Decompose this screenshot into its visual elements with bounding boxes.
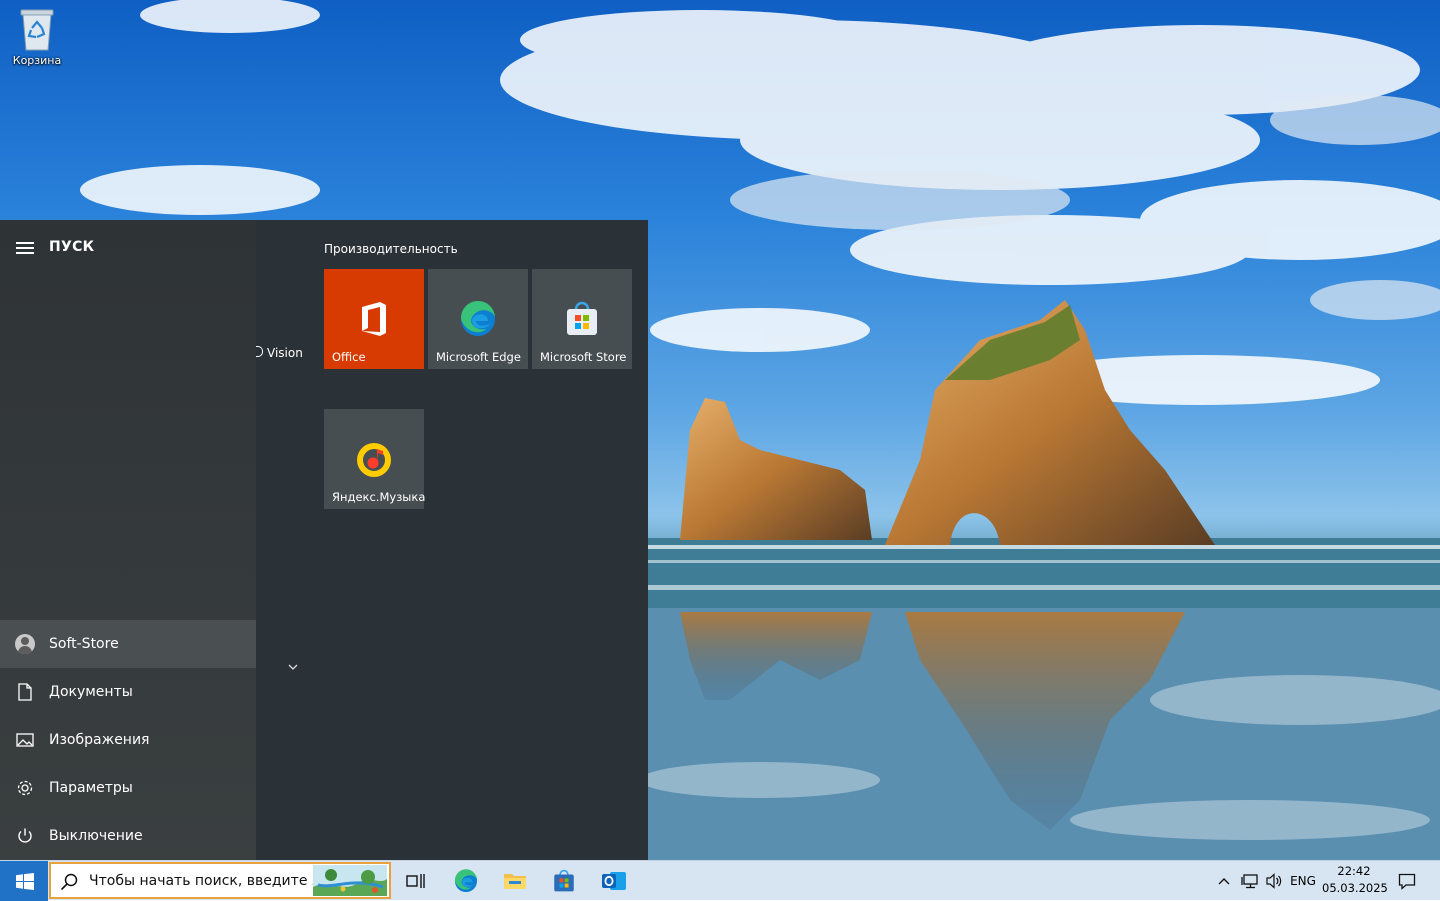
start-menu: ПУСК Soft-Store Документы Изображения Па… [0,220,648,860]
avatar [15,634,35,654]
desktop-icon-label: Корзина [12,54,62,67]
hamburger-menu-icon[interactable] [16,242,34,257]
file-explorer-icon [504,874,526,889]
taskbar-file-explorer-button[interactable] [491,861,539,901]
task-view-icon [406,874,425,888]
clock[interactable]: 22:42 05.03.2025 [1322,863,1388,897]
nav-power[interactable]: Выключение [0,812,256,860]
office-icon [354,299,394,339]
nav-pictures[interactable]: Изображения [0,716,256,764]
yandex-music-icon [354,439,394,479]
clock-time: 22:42 [1337,864,1371,878]
store-icon [554,869,574,892]
chevron-down-icon[interactable] [287,658,299,670]
tile-microsoft-edge[interactable]: Microsoft Edge [428,269,528,369]
gear-icon [15,778,35,798]
edge-icon [458,299,498,339]
network-button[interactable] [1238,861,1262,901]
show-hidden-icons-button[interactable] [1212,861,1236,901]
tile-label: Microsoft Store [540,350,627,364]
tile-office[interactable]: Office [324,269,424,369]
search-placeholder: Чтобы начать поиск, введите з [89,873,320,889]
document-icon [15,682,35,702]
desktop-icon-recycle-bin[interactable]: Корзина [6,6,68,67]
volume-button[interactable] [1262,861,1286,901]
nav-label: Выключение [49,828,143,844]
nav-settings[interactable]: Параметры [0,764,256,812]
app-list-label: Vision [267,346,303,360]
nav-documents[interactable]: Документы [0,668,256,716]
tile-group-title: Производительность [324,242,458,256]
outlook-icon [602,872,626,890]
user-name: Soft-Store [49,636,119,652]
store-icon [562,299,602,339]
pictures-icon [15,730,35,750]
app-list-item[interactable]: Vision [256,346,303,360]
start-menu-title: ПУСК [49,239,95,255]
chevron-up-icon [1218,878,1230,885]
search-icon [60,873,78,891]
power-icon [15,826,35,846]
action-center-button[interactable] [1393,861,1421,901]
start-button[interactable] [0,861,48,901]
network-icon [1241,874,1258,889]
start-menu-sidebar: ПУСК Soft-Store Документы Изображения Па… [0,220,256,860]
task-view-button[interactable] [392,861,440,901]
taskbar-store-button[interactable] [540,861,588,901]
taskbar-edge-button[interactable] [442,861,490,901]
taskbar: Чтобы начать поиск, введите з ENG 22:42 … [0,860,1440,901]
tile-label: Яндекс.Музыка [332,490,426,504]
tile-label: Office [332,350,366,364]
taskbar-outlook-button[interactable] [590,861,638,901]
user-account-button[interactable]: Soft-Store [0,620,256,668]
language-indicator[interactable]: ENG [1286,861,1320,901]
edge-icon [454,869,478,893]
tile-label: Microsoft Edge [436,350,521,364]
windows-logo-icon [16,873,34,890]
recycle-bin-icon [17,6,57,52]
nav-label: Документы [49,684,133,700]
clock-date: 05.03.2025 [1322,881,1388,895]
search-box[interactable]: Чтобы начать поиск, введите з [49,862,391,899]
nav-label: Изображения [49,732,150,748]
nav-label: Параметры [49,780,133,796]
notification-icon [1398,873,1416,890]
speaker-icon [1266,873,1282,889]
search-highlight-image[interactable] [313,865,387,896]
tile-microsoft-store[interactable]: Microsoft Store [532,269,632,369]
tile-yandex-music[interactable]: Яндекс.Музыка [324,409,426,509]
